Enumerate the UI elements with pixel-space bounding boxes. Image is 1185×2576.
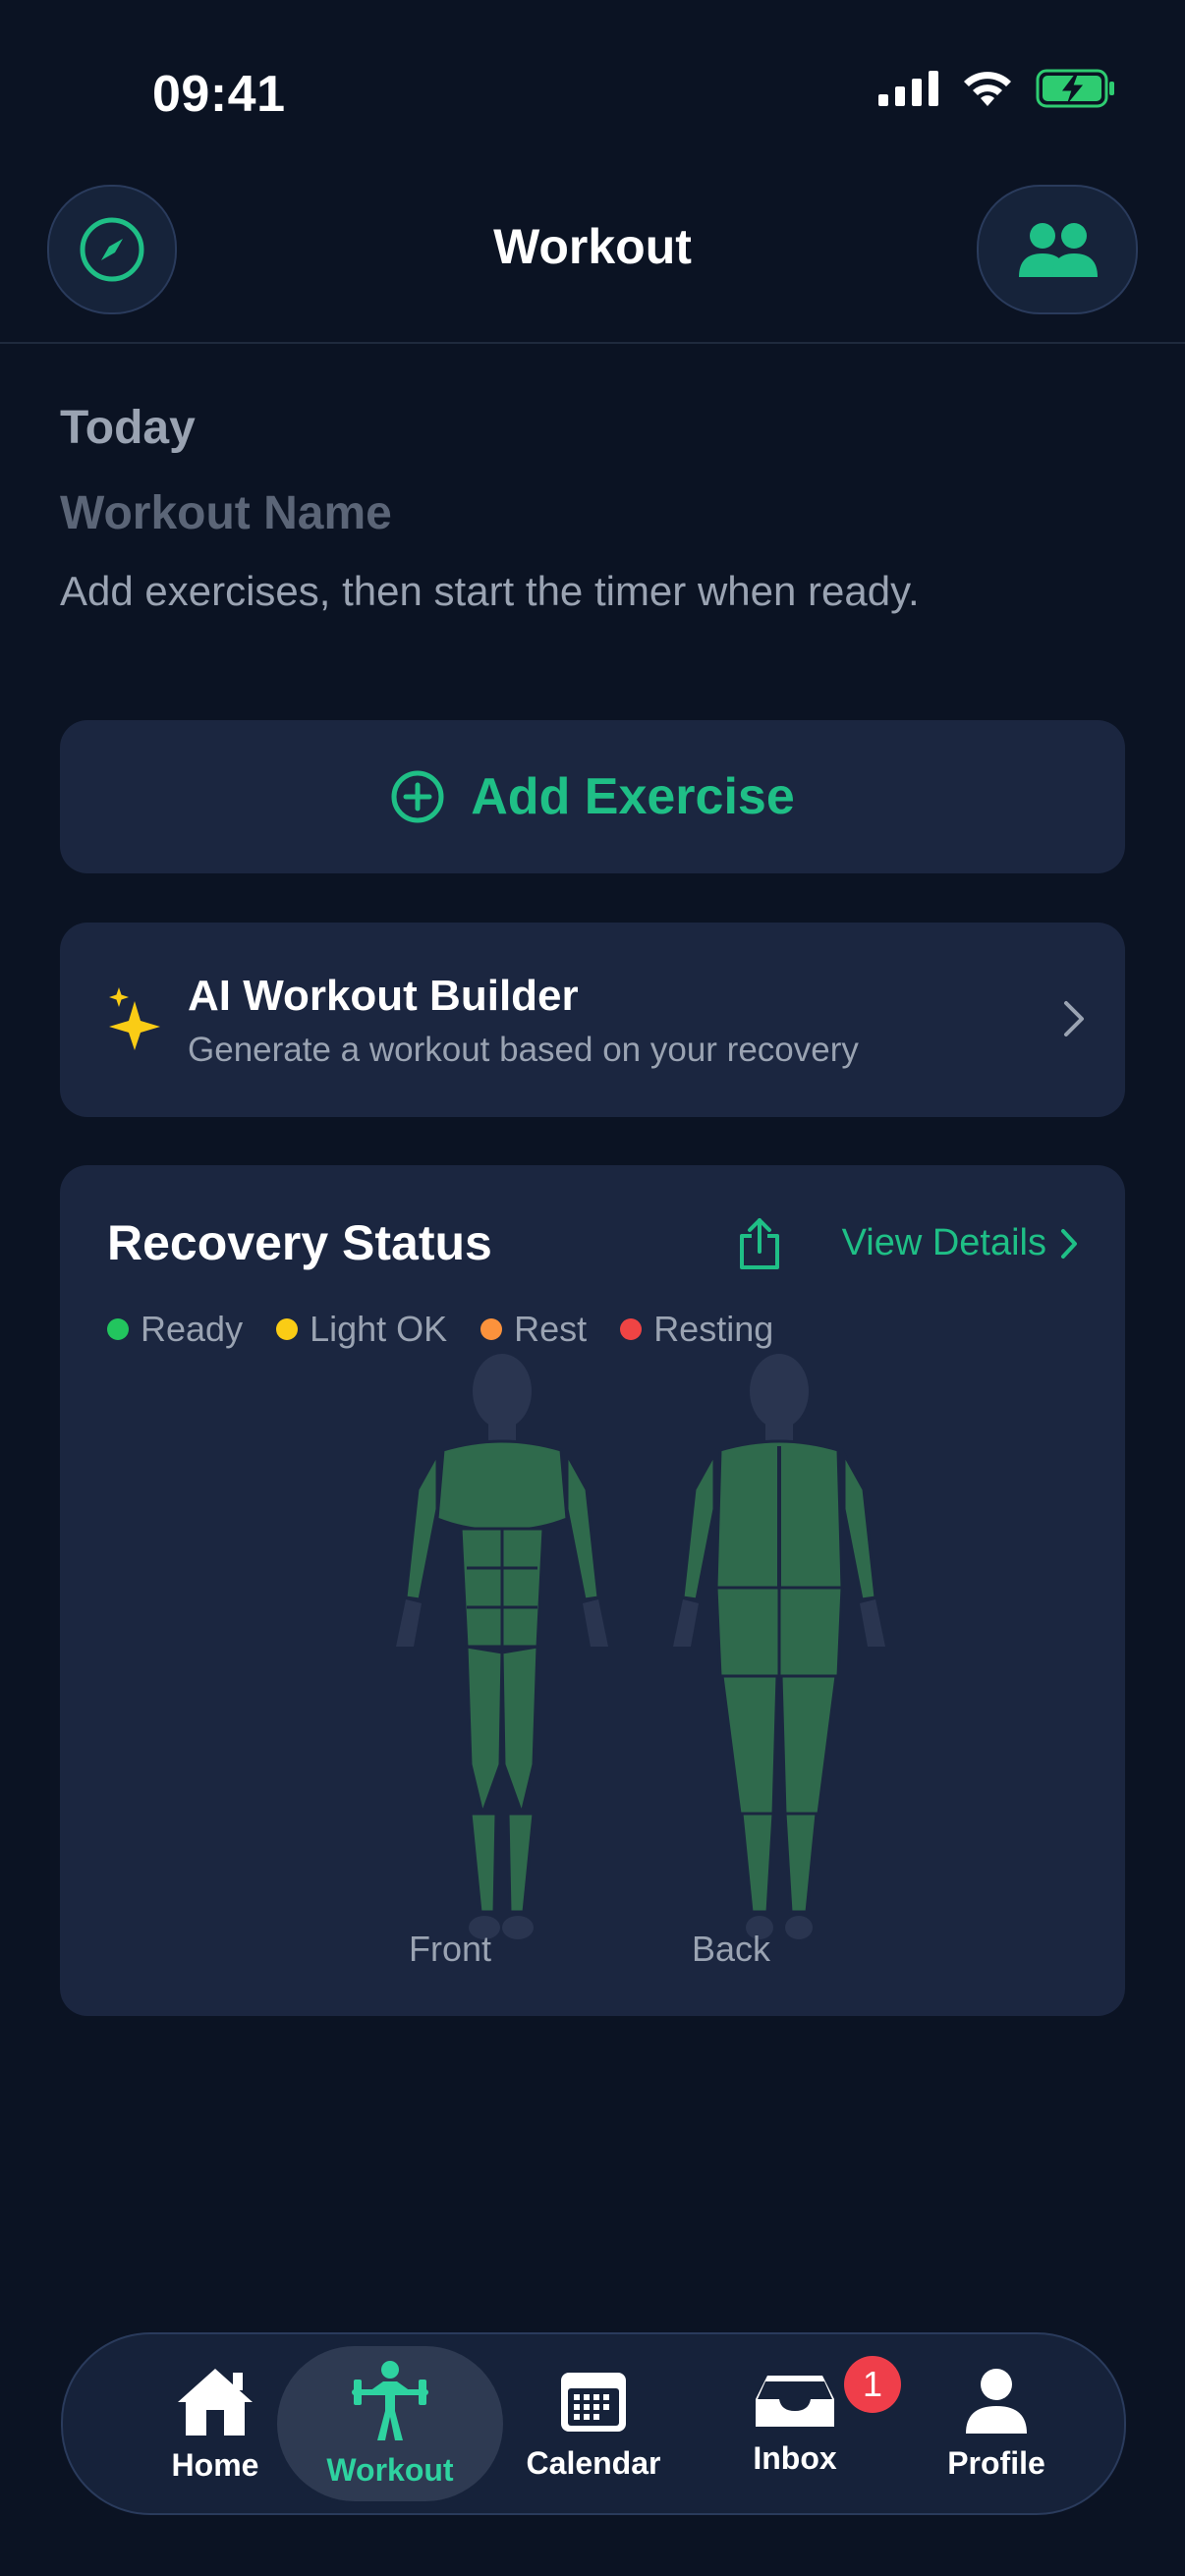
home-icon xyxy=(178,2368,253,2436)
status-time: 09:41 xyxy=(152,66,286,123)
profile-icon xyxy=(966,2368,1027,2434)
day-label: Today xyxy=(60,402,196,454)
legend-item: Light OK xyxy=(276,1309,447,1350)
front-body-figure[interactable] xyxy=(396,1354,608,1939)
tab-label: Inbox xyxy=(753,2439,837,2476)
legend-dot xyxy=(480,1318,503,1340)
tab-profile[interactable]: Profile xyxy=(883,2346,1109,2501)
legend-item: Rest xyxy=(480,1309,587,1350)
add-exercise-button[interactable]: Add Exercise xyxy=(60,720,1125,873)
share-icon[interactable] xyxy=(738,1216,781,1271)
muscle-body-map[interactable] xyxy=(335,1352,925,1961)
ai-workout-builder-card[interactable]: AI Workout Builder Generate a workout ba… xyxy=(60,923,1125,1117)
tab-label: Calendar xyxy=(526,2444,661,2481)
signal-icon xyxy=(878,71,938,106)
front-view-label: Front xyxy=(409,1929,492,1969)
status-bar: 09:41 xyxy=(0,0,1185,177)
legend-label: Ready xyxy=(141,1309,244,1349)
view-details-label: View Details xyxy=(841,1222,1046,1263)
recovery-status-card: Recovery Status View Details Ready Light… xyxy=(60,1165,1125,2016)
social-button[interactable] xyxy=(977,185,1138,314)
sparkle-icon xyxy=(109,987,160,1050)
inbox-icon xyxy=(756,2375,834,2427)
barbell-icon xyxy=(352,2360,428,2440)
back-view-label: Back xyxy=(692,1929,771,1969)
wifi-icon xyxy=(964,72,1011,106)
legend-dot xyxy=(620,1318,643,1340)
tab-label: Home xyxy=(171,2446,259,2483)
add-exercise-label: Add Exercise xyxy=(471,768,795,825)
legend-label: Light OK xyxy=(310,1309,448,1349)
bottom-tab-bar: Home Workout Calendar Inbox 1 Profile xyxy=(61,2332,1126,2515)
tab-workout[interactable]: Workout xyxy=(277,2346,503,2501)
legend-item: Resting xyxy=(620,1309,773,1350)
legend-label: Resting xyxy=(653,1309,774,1349)
recovery-legend: Ready Light OK Rest Resting xyxy=(107,1309,773,1350)
legend-label: Rest xyxy=(514,1309,588,1349)
workout-name-input[interactable]: Workout Name xyxy=(60,486,1125,540)
legend-dot xyxy=(276,1318,299,1340)
tab-label: Workout xyxy=(326,2451,454,2488)
chevron-right-icon xyxy=(1061,1228,1077,1259)
ai-builder-title: AI Workout Builder xyxy=(188,972,579,1020)
plus-circle-icon xyxy=(391,770,444,823)
chevron-right-icon xyxy=(1064,1001,1084,1036)
tab-calendar[interactable]: Calendar xyxy=(480,2346,706,2501)
battery-charging-icon xyxy=(1036,69,1114,108)
status-icons xyxy=(878,69,1116,108)
tab-label: Profile xyxy=(947,2444,1045,2481)
tab-inbox[interactable]: Inbox 1 xyxy=(682,2346,908,2501)
top-nav: Workout xyxy=(0,177,1185,344)
back-body-figure[interactable] xyxy=(673,1354,885,1939)
people-icon xyxy=(1019,223,1098,277)
calendar-icon xyxy=(561,2372,626,2432)
workout-header: Today Workout Name Add exercises, then s… xyxy=(60,401,1125,615)
legend-item: Ready xyxy=(107,1309,243,1350)
workout-hint: Add exercises, then start the timer when… xyxy=(60,568,920,614)
view-details-link[interactable]: View Details xyxy=(842,1222,1078,1264)
legend-dot xyxy=(107,1318,129,1340)
ai-builder-subtitle: Generate a workout based on your recover… xyxy=(188,1031,859,1069)
recovery-title: Recovery Status xyxy=(107,1215,492,1270)
